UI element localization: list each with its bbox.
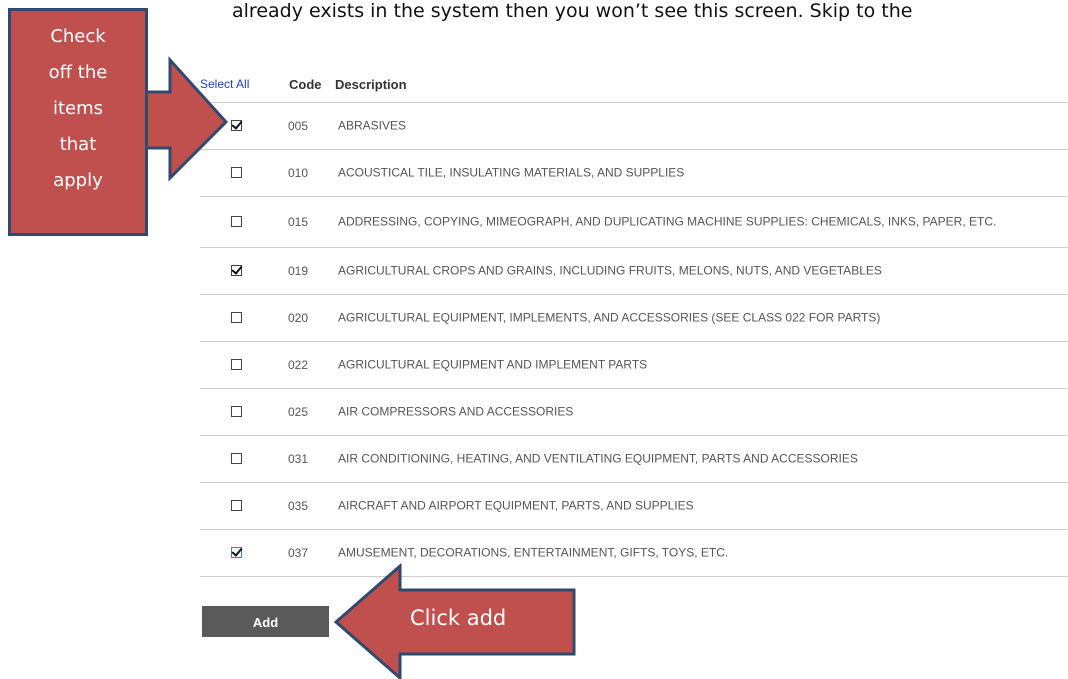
callout-line: off the	[48, 62, 108, 83]
annotation-arrows	[144, 56, 576, 679]
callout-line: that	[59, 134, 97, 155]
callout-line: items	[52, 98, 104, 119]
callout-click-add: Click add	[410, 606, 507, 630]
callout-line: apply	[53, 170, 103, 191]
callout-check-items: Check off the items that apply	[8, 8, 148, 236]
callout-line: Check	[50, 26, 106, 47]
arrow-to-checkboxes	[144, 56, 229, 182]
